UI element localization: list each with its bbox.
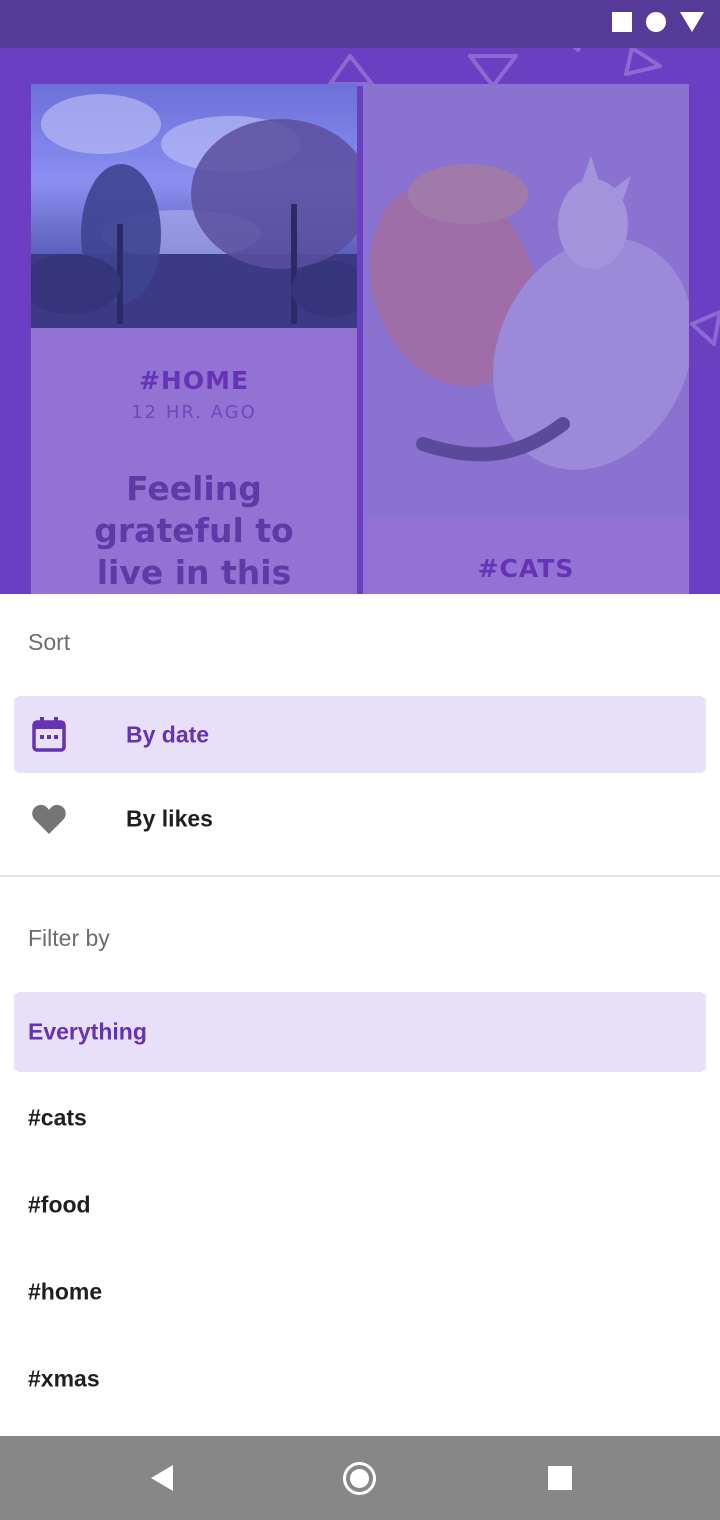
sort-section-label: Sort <box>28 629 71 655</box>
sort-filter-sheet: Sort By date By likes Filter by Everythi… <box>0 594 720 1436</box>
filter-option-label: #cats <box>28 1104 87 1131</box>
cats-photo <box>363 84 689 518</box>
sort-option-by-date[interactable]: By date <box>14 696 706 773</box>
home-icon[interactable] <box>343 1462 376 1495</box>
heart-icon <box>32 804 66 834</box>
filter-option-label: #xmas <box>28 1365 100 1392</box>
card-quote: Feeling grateful to live in this <box>94 469 294 592</box>
sort-option-by-likes[interactable]: By likes <box>14 780 706 857</box>
filter-section-label: Filter by <box>28 925 110 951</box>
trees-illustration <box>31 94 357 328</box>
filter-option-home[interactable]: #home <box>14 1252 706 1332</box>
triangle-icon <box>680 12 704 32</box>
recents-icon[interactable] <box>548 1466 572 1490</box>
filter-option-cats[interactable]: #cats <box>14 1078 706 1158</box>
cats-illustration <box>363 84 689 518</box>
section-divider <box>0 875 720 877</box>
sort-option-label: By likes <box>126 805 213 831</box>
system-nav-bar <box>0 1436 720 1520</box>
circle-icon <box>646 12 666 32</box>
filter-option-everything[interactable]: Everything <box>14 992 706 1072</box>
trees-photo <box>31 84 357 328</box>
sort-option-label: By date <box>126 721 210 747</box>
filter-option-label: #home <box>28 1278 103 1305</box>
card-timestamp: 12 HR. AGO <box>131 402 257 423</box>
back-icon[interactable] <box>151 1465 173 1491</box>
feed-card-cats[interactable]: #CATS <box>363 84 689 594</box>
filter-option-label: #food <box>28 1191 91 1218</box>
card-tag: #HOME <box>138 366 250 395</box>
feed-card-home[interactable]: #HOME 12 HR. AGO Feeling grateful to liv… <box>31 84 357 594</box>
square-icon <box>612 12 632 32</box>
status-bar <box>0 0 720 48</box>
filter-option-food[interactable]: #food <box>14 1165 706 1245</box>
calendar-icon <box>32 716 66 752</box>
filter-option-xmas[interactable]: #xmas <box>14 1339 706 1419</box>
filter-option-label: Everything <box>28 1018 147 1045</box>
status-icons <box>612 12 704 32</box>
card-tag: #CATS <box>477 554 575 583</box>
background-feed: #HOME 12 HR. AGO Feeling grateful to liv… <box>0 48 720 594</box>
